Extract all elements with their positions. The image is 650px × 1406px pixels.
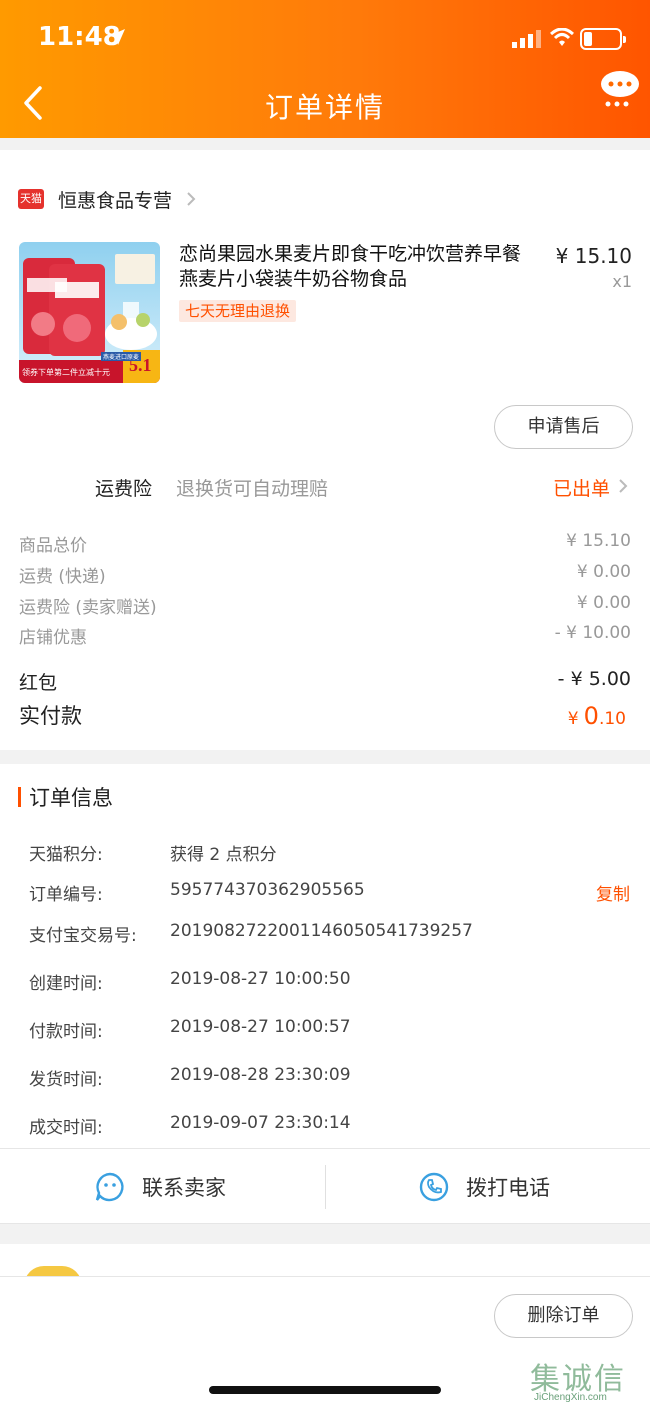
after-sale-button[interactable]: 申请售后 xyxy=(494,405,633,449)
contact-seller-label: 联系卖家 xyxy=(142,1176,226,1200)
signal-icon xyxy=(512,30,541,48)
divider xyxy=(325,1165,326,1209)
paid-label: 实付款 xyxy=(19,704,82,728)
insurance-label: 运费险 xyxy=(95,478,153,500)
watermark-en: JiChengXin.com xyxy=(534,1392,607,1403)
insurance-desc: 退换货可自动理赔 xyxy=(176,478,329,500)
info-value: 2019-08-28 23:30:09 xyxy=(170,1065,351,1085)
shop-name: 恒惠食品专营 xyxy=(58,189,173,212)
info-value: 2019-09-07 23:30:14 xyxy=(170,1113,351,1133)
cost-label: 运费险 (卖家赠送) xyxy=(19,598,157,618)
battery-icon xyxy=(580,28,626,50)
paid-amount: ¥ 0.10 xyxy=(568,702,626,730)
cost-label: 店铺优惠 xyxy=(19,628,87,648)
cost-value: - ¥ 10.00 xyxy=(554,623,631,643)
watermark-logo: 集诚信 JiChengXin.com xyxy=(530,1354,648,1404)
location-arrow-icon xyxy=(109,29,125,45)
product-quantity: x1 xyxy=(612,272,632,291)
order-info-title: 订单信息 xyxy=(18,784,113,810)
info-label: 天猫积分: xyxy=(29,845,103,865)
order-info-card xyxy=(0,764,650,1148)
contact-seller-button[interactable]: 联系卖家 xyxy=(94,1149,226,1225)
info-label: 支付宝交易号: xyxy=(29,926,137,946)
info-label: 发货时间: xyxy=(29,1070,103,1090)
chevron-right-icon xyxy=(619,479,628,493)
cost-value: ¥ 0.00 xyxy=(576,562,631,582)
product-title[interactable]: 恋尚果园水果麦片即食干吃冲饮营养早餐燕麦片小袋装牛奶谷物食品 xyxy=(179,242,539,292)
order-card xyxy=(0,150,650,750)
chat-bubble-icon[interactable] xyxy=(600,70,640,110)
product-price: ¥ 15.10 xyxy=(555,244,632,268)
phone-icon xyxy=(419,1172,449,1202)
wifi-icon xyxy=(550,28,574,46)
product-image[interactable]: 领券下单第二件立减十元 5.1 燕麦进口原麦 xyxy=(19,242,160,383)
info-label: 成交时间: xyxy=(29,1118,103,1138)
contact-bar: 联系卖家 拨打电话 xyxy=(0,1148,650,1224)
info-label: 付款时间: xyxy=(29,1022,103,1042)
cost-value: - ¥ 5.00 xyxy=(557,668,631,690)
info-value: 595774370362905565 xyxy=(170,880,365,900)
header-bar: 11:48 订单详情 xyxy=(0,0,650,138)
chevron-right-icon xyxy=(187,192,196,206)
info-value: 2019-08-27 10:00:57 xyxy=(170,1017,351,1037)
paid-dec: .10 xyxy=(598,709,626,729)
return-policy-tag: 七天无理由退换 xyxy=(179,300,297,322)
tmall-badge: 天猫 xyxy=(18,189,44,209)
product-sticker-text: 燕麦进口原麦 xyxy=(101,352,142,361)
delete-order-button[interactable]: 删除订单 xyxy=(494,1294,633,1338)
section-accent-bar xyxy=(18,787,21,807)
paid-currency: ¥ xyxy=(567,709,579,729)
paid-int: 0 xyxy=(583,702,599,730)
shop-row[interactable]: 天猫 恒惠食品专营 xyxy=(18,186,196,212)
info-value: 2019082722001146050541739257 xyxy=(170,921,473,941)
cost-value: ¥ 0.00 xyxy=(576,593,631,613)
insurance-status[interactable]: 已出单 xyxy=(553,474,610,501)
info-label: 创建时间: xyxy=(29,974,103,994)
page-title: 订单详情 xyxy=(264,91,385,124)
cost-value: ¥ 15.10 xyxy=(566,531,631,551)
product-promo-text: 领券下单第二件立减十元 xyxy=(22,368,110,377)
call-phone-label: 拨打电话 xyxy=(466,1176,550,1200)
info-label: 订单编号: xyxy=(29,885,103,905)
smiley-chat-icon xyxy=(95,1172,124,1202)
cost-label: 红包 xyxy=(19,672,58,694)
copy-order-number-button[interactable]: 复制 xyxy=(596,880,630,905)
cost-label: 商品总价 xyxy=(19,536,87,556)
section-title-text: 订单信息 xyxy=(29,786,113,810)
info-value: 2019-08-27 10:00:50 xyxy=(170,969,351,989)
call-phone-button[interactable]: 拨打电话 xyxy=(418,1149,550,1225)
home-indicator xyxy=(209,1386,441,1394)
cost-label: 运费 (快递) xyxy=(19,567,106,587)
status-bar: 11:48 xyxy=(0,0,650,78)
info-value: 获得 2 点积分 xyxy=(170,845,277,865)
